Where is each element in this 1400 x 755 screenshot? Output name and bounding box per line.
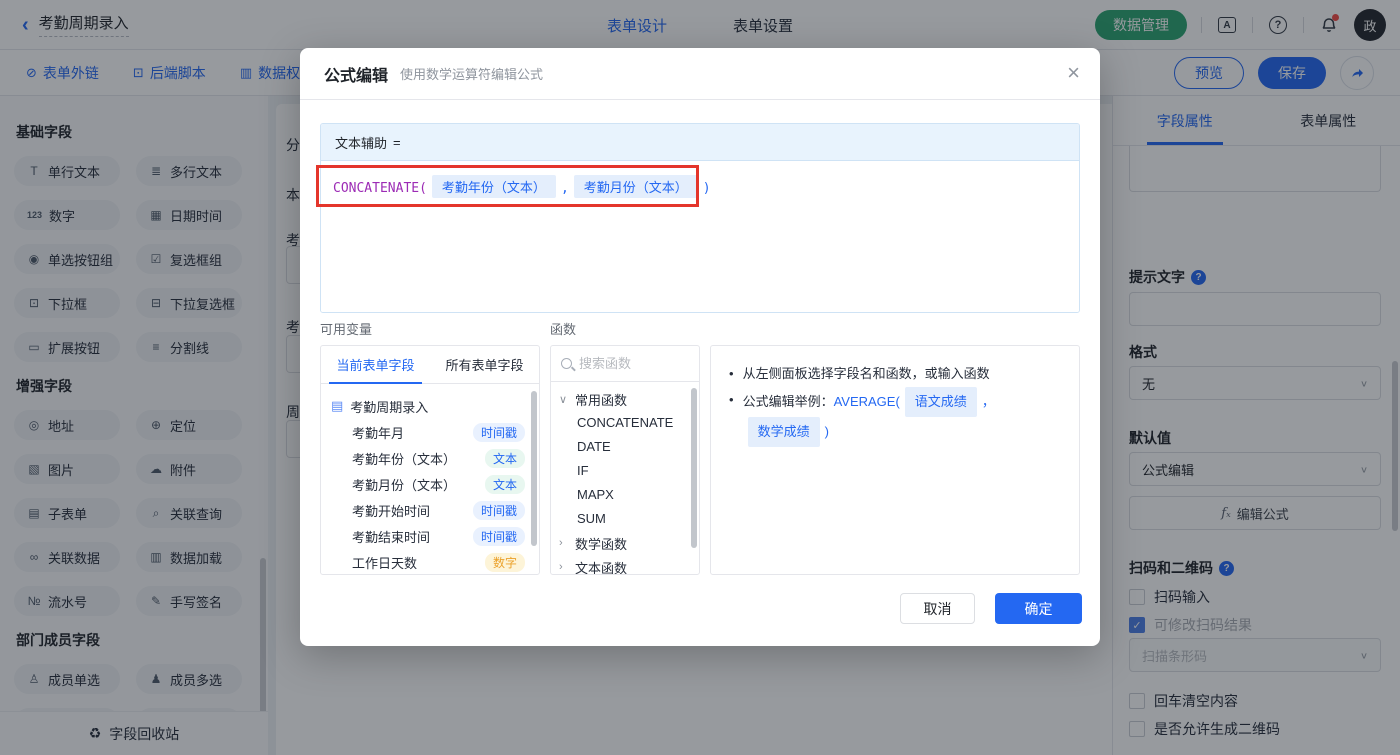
modal-title: 公式编辑: [324, 67, 389, 85]
close-paren: ): [702, 181, 711, 196]
type-badge: 数字: [484, 552, 525, 572]
function-search: [551, 346, 699, 382]
type-badge: 时间戳: [472, 422, 525, 442]
example-field-chip: 语文成绩: [904, 387, 977, 417]
function-group-math[interactable]: › 数学函数: [551, 531, 699, 555]
variable-row[interactable]: 考勤年月 时间戳: [321, 419, 539, 445]
function-search-input[interactable]: [579, 356, 689, 371]
formula-input-area[interactable]: CONCATENATE( 考勤年份（文本）, 考勤月份（文本）): [321, 161, 1079, 312]
variable-row[interactable]: 工作日天数 数字: [321, 549, 539, 574]
chevron-down-icon: ∨: [559, 393, 568, 406]
cancel-button[interactable]: 取消: [900, 593, 975, 624]
hint-line: • 从左侧面板选择字段名和函数，或输入函数: [729, 366, 990, 381]
functions-panel: ∨ 常用函数 CONCATENATE DATE IF MAPX SUM › 数学…: [550, 345, 700, 575]
variable-row[interactable]: 考勤结束时间 时间戳: [321, 523, 539, 549]
formula-field-chip[interactable]: 考勤月份（文本）: [573, 175, 698, 198]
hints-panel: • 从左侧面板选择字段名和函数，或输入函数 • 公式编辑举例：AVERAGE(语…: [710, 345, 1080, 575]
form-tree-root[interactable]: ▤ 考勤周期录入: [321, 393, 539, 419]
tab-all-form-fields[interactable]: 所有表单字段: [430, 346, 539, 383]
function-item[interactable]: MAPX: [551, 483, 699, 507]
form-doc-icon: ▤: [331, 398, 344, 413]
function-item[interactable]: SUM: [551, 507, 699, 531]
type-badge: 时间戳: [472, 500, 525, 520]
close-paren: ): [824, 424, 829, 439]
example-function: AVERAGE(: [833, 394, 900, 409]
function-item[interactable]: CONCATENATE: [551, 411, 699, 435]
example-field-chip: 数学成绩: [747, 417, 820, 447]
functions-section-label: 函数: [550, 322, 577, 337]
confirm-button[interactable]: 确定: [995, 593, 1082, 624]
function-group-common[interactable]: ∨ 常用函数: [551, 387, 699, 411]
variable-row[interactable]: 考勤年份（文本） 文本: [321, 445, 539, 471]
chevron-right-icon: ›: [559, 561, 563, 573]
formula-field-chip[interactable]: 考勤年份（文本）: [431, 175, 556, 198]
type-badge: 文本: [484, 448, 525, 468]
chevron-right-icon: ›: [559, 537, 563, 549]
function-item[interactable]: IF: [551, 459, 699, 483]
modal-subtitle: 使用数学运算符编辑公式: [400, 67, 544, 82]
open-paren: (: [419, 181, 427, 196]
type-badge: 时间戳: [472, 526, 525, 546]
variables-scrollbar[interactable]: [531, 391, 537, 546]
formula-editor: 文本辅助 = CONCATENATE( 考勤年份（文本）, 考勤月份（文本）): [320, 123, 1080, 313]
hint-example-line: • 公式编辑举例：AVERAGE(语文成绩 ，数学成绩): [729, 387, 1061, 447]
variable-row[interactable]: 考勤月份（文本） 文本: [321, 471, 539, 497]
function-group-text[interactable]: › 文本函数: [551, 555, 699, 575]
app-window: ‹ 考勤周期录入 表单设计 表单设置 数据管理 A ? 政 ⊘ 表单外链 ⊡ 后…: [0, 0, 1400, 755]
variables-section-label: 可用变量: [320, 322, 373, 337]
variables-panel: 当前表单字段 所有表单字段 ▤ 考勤周期录入 考勤年月 时间戳 考勤年份（文本）…: [320, 345, 540, 575]
formula-editor-modal: 公式编辑 使用数学运算符编辑公式 × 文本辅助 = CONCATENATE(考勤…: [300, 48, 1100, 646]
functions-scrollbar[interactable]: [691, 388, 697, 548]
formula-function-name: CONCATENATE: [333, 181, 420, 196]
variable-row[interactable]: 考勤开始时间 时间戳: [321, 497, 539, 523]
close-icon[interactable]: ×: [1067, 62, 1080, 84]
type-badge: 文本: [484, 474, 525, 494]
formula-target: 文本辅助 =: [321, 124, 1079, 161]
equals-sign: =: [393, 134, 401, 150]
comma: ,: [560, 181, 569, 196]
tab-current-form-fields[interactable]: 当前表单字段: [321, 346, 430, 384]
function-item[interactable]: DATE: [551, 435, 699, 459]
comma: ，: [981, 394, 995, 409]
search-icon: [561, 358, 572, 369]
